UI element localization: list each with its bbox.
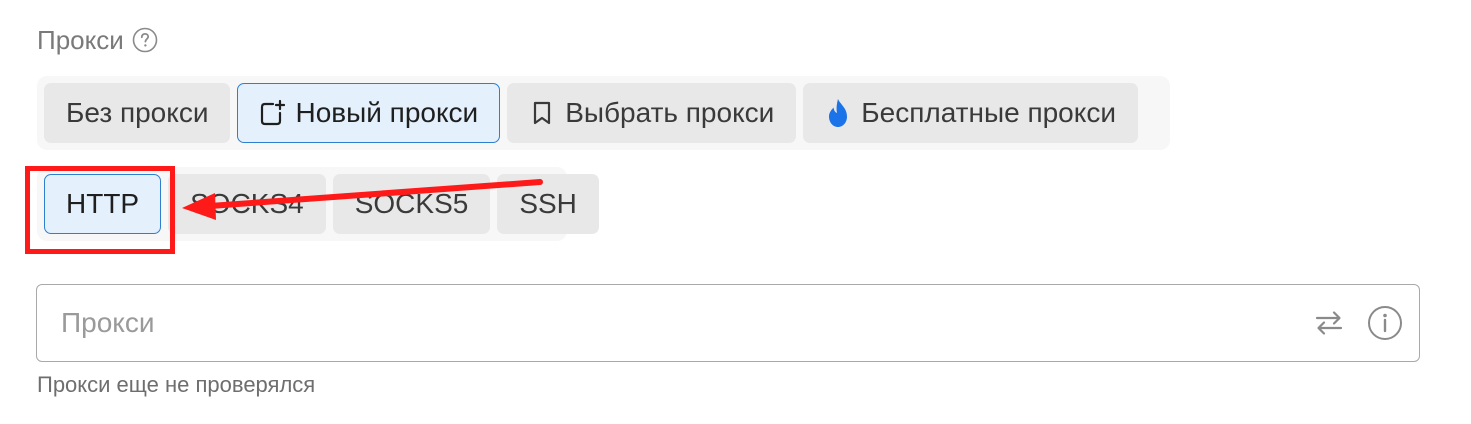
proxy-section-label: Прокси xyxy=(37,24,158,56)
type-http-label: HTTP xyxy=(66,188,140,219)
proxy-field-icons xyxy=(1311,305,1403,341)
new-proxy-label: Новый прокси xyxy=(295,97,479,128)
question-circle-icon[interactable] xyxy=(132,27,158,53)
free-proxy-label: Бесплатные прокси xyxy=(861,97,1116,128)
new-proxy-button[interactable]: Новый прокси xyxy=(237,83,501,143)
proxy-input-field xyxy=(36,284,1420,362)
type-socks4-button[interactable]: SOCKS4 xyxy=(168,174,326,234)
type-socks5-button[interactable]: SOCKS5 xyxy=(332,174,491,234)
type-ssh-label: SSH xyxy=(519,188,577,219)
type-socks4-label: SOCKS4 xyxy=(190,188,304,219)
free-proxy-button[interactable]: Бесплатные прокси xyxy=(803,83,1138,143)
proxy-input[interactable] xyxy=(59,292,1311,354)
type-http-button[interactable]: HTTP xyxy=(44,174,162,234)
swap-icon[interactable] xyxy=(1311,305,1347,341)
proxy-section-title: Прокси xyxy=(37,24,124,55)
flame-icon xyxy=(825,99,851,127)
type-socks5-label: SOCKS5 xyxy=(354,188,469,219)
choose-proxy-label: Выбрать прокси xyxy=(565,97,775,128)
no-proxy-label: Без прокси xyxy=(66,97,209,128)
no-proxy-button[interactable]: Без прокси xyxy=(44,83,231,143)
type-ssh-button[interactable]: SSH xyxy=(497,174,599,234)
bookmark-icon xyxy=(529,99,555,127)
info-circle-icon[interactable] xyxy=(1367,305,1403,341)
proxy-mode-selector: Без прокси Новый прокси Выбрать прокси Б… xyxy=(37,76,1170,150)
add-square-icon xyxy=(259,99,286,127)
proxy-status-text: Прокси еще не проверялся xyxy=(37,372,316,397)
choose-proxy-button[interactable]: Выбрать прокси xyxy=(507,83,797,143)
proxy-type-selector: HTTP SOCKS4 SOCKS5 SSH xyxy=(37,167,599,241)
